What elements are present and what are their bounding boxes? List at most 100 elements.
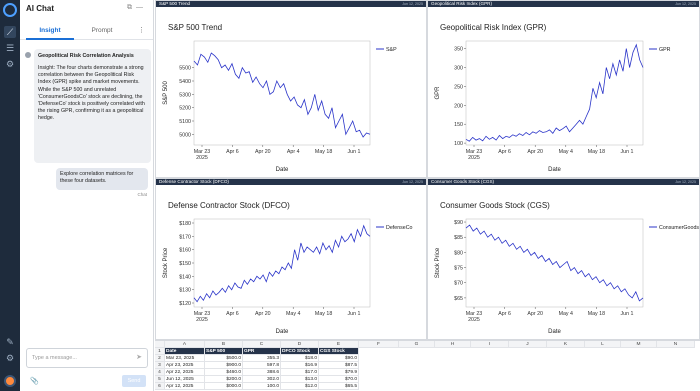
table-cell[interactable]: Apr 12, 2025: [165, 383, 205, 390]
chart-gpr[interactable]: Geopolitical Risk Index (GPR) 350 300 250 20…: [428, 7, 700, 178]
table-header-cell[interactable]: Date: [165, 348, 205, 355]
table-cell[interactable]: $200.0: [205, 376, 243, 383]
table-cell[interactable]: Apr 23, 2025: [165, 362, 205, 369]
table-cell[interactable]: $900.0: [205, 362, 243, 369]
gear-icon[interactable]: ⚙: [4, 352, 16, 364]
settings-icon[interactable]: ⚙: [4, 58, 16, 70]
row-header[interactable]: 1: [155, 348, 165, 355]
plot-frame: [193, 40, 371, 146]
y-tick-label: $130: [179, 288, 191, 294]
chat-input[interactable]: Type a message... ➤: [26, 348, 148, 368]
table-cell[interactable]: $70.0: [319, 376, 359, 383]
table-cell[interactable]: 355.3: [243, 355, 281, 362]
send-button[interactable]: Send: [122, 375, 146, 387]
column-header[interactable]: C: [243, 341, 281, 348]
table-cell[interactable]: $16.9: [281, 362, 319, 369]
minimize-icon[interactable]: —: [136, 4, 147, 11]
table-cell[interactable]: $87.5: [319, 362, 359, 369]
list-icon[interactable]: ☰: [4, 42, 16, 54]
chat-tabs: Insight Prompt ⋮: [20, 24, 153, 40]
panel-gpr: Geopolitical Risk Index (GPR) Jun 12, 202…: [427, 0, 700, 178]
y-tick-label: 200: [454, 103, 463, 109]
tab-insight[interactable]: Insight: [30, 27, 70, 34]
table-cell[interactable]: $000.0: [205, 383, 243, 390]
attach-icon[interactable]: 📎: [30, 377, 39, 385]
table-cell[interactable]: Apr 22, 2025: [165, 369, 205, 376]
message-body: Insight: The four charts demonstrate a s…: [38, 65, 145, 122]
panel-title: Consumer Goods Stock (CGS): [431, 179, 495, 184]
table-cell[interactable]: 597.8: [243, 362, 281, 369]
table-cell[interactable]: $79.9: [319, 369, 359, 376]
popout-icon[interactable]: ⧉: [127, 4, 136, 11]
table-header-cell[interactable]: GPR: [243, 348, 281, 355]
series-line: [465, 224, 644, 302]
column-header[interactable]: N: [657, 341, 695, 348]
table-header-cell[interactable]: CGS Stock: [319, 348, 359, 355]
y-tick-label: $170: [179, 234, 191, 240]
message-title: Geopolitical Risk Correlation Analysis: [38, 53, 134, 59]
table-cell[interactable]: $12.0: [281, 383, 319, 390]
table-cell[interactable]: 302.0: [243, 376, 281, 383]
user-message: Explore correlation matrices for these f…: [56, 168, 148, 190]
x-tick-label: Apr 20: [255, 311, 271, 317]
table-header-cell[interactable]: S&P 500: [205, 348, 243, 355]
corner-cell[interactable]: [155, 341, 165, 348]
more-options-icon[interactable]: ⋮: [138, 26, 145, 34]
column-header[interactable]: K: [547, 341, 585, 348]
column-header[interactable]: J: [509, 341, 547, 348]
chart-sp500[interactable]: S&P 500 Trend550054005300520051005000Mar…: [156, 7, 427, 178]
chart-icon[interactable]: ⟋: [4, 26, 16, 38]
x-tick-label: 2025: [196, 155, 208, 161]
column-header[interactable]: A: [165, 341, 205, 348]
table-cell[interactable]: 100.0: [243, 383, 281, 390]
chart-title: Consumer Goods Stock (CGS): [440, 201, 550, 210]
y-tick-label: $90: [454, 220, 463, 226]
column-header[interactable]: M: [621, 341, 657, 348]
table-cell[interactable]: $65.5: [319, 383, 359, 390]
row-header[interactable]: 6: [155, 383, 165, 390]
column-header[interactable]: F: [359, 341, 399, 348]
table-cell[interactable]: $460.0: [205, 369, 243, 376]
column-header[interactable]: E: [319, 341, 359, 348]
column-header[interactable]: G: [399, 341, 435, 348]
x-tick-label: Jun 1: [348, 149, 361, 155]
column-header[interactable]: I: [471, 341, 509, 348]
plot-frame: [193, 218, 371, 308]
table-cell[interactable]: Jun 12, 2025: [165, 376, 205, 383]
column-header[interactable]: B: [205, 341, 243, 348]
row-header[interactable]: 3: [155, 362, 165, 369]
column-header[interactable]: L: [585, 341, 621, 348]
x-axis-label: Date: [548, 329, 561, 335]
table-cell[interactable]: $13.0: [281, 376, 319, 383]
y-axis-label: GPR: [435, 86, 441, 100]
table-cell[interactable]: Mar 23, 2025: [165, 355, 205, 362]
column-header[interactable]: H: [435, 341, 471, 348]
row-header[interactable]: 2: [155, 355, 165, 362]
chat-panel: AI Chat ⧉— Insight Prompt ⋮ Geopolitical…: [20, 0, 154, 391]
table-cell[interactable]: $500.0: [205, 355, 243, 362]
user-avatar-icon[interactable]: [4, 375, 16, 387]
table-cell[interactable]: $17.0: [281, 369, 319, 376]
tools-icon[interactable]: ✎: [4, 336, 16, 348]
chat-header-icons[interactable]: ⧉—: [127, 4, 147, 12]
row-header[interactable]: 4: [155, 369, 165, 376]
table-header-cell[interactable]: DFCO Stock: [281, 348, 319, 355]
y-tick-label: 5400: [179, 79, 191, 85]
data-spreadsheet[interactable]: A B C D E F G H I J K L M N 1 Date S&P 500 GPR DFCO Stock C…: [155, 340, 700, 391]
table-cell[interactable]: $90.0: [319, 355, 359, 362]
column-header[interactable]: D: [281, 341, 319, 348]
table-cell[interactable]: $18.0: [281, 355, 319, 362]
x-tick-label: Apr 6: [226, 149, 239, 155]
x-tick-label: Apr 20: [527, 149, 543, 155]
send-icon[interactable]: ➤: [136, 353, 142, 361]
tab-prompt[interactable]: Prompt: [82, 27, 122, 34]
x-tick-label: May 4: [559, 149, 573, 155]
row-header[interactable]: 5: [155, 376, 165, 383]
logo-icon[interactable]: [3, 3, 17, 17]
legend-label: GPR: [659, 47, 671, 53]
y-tick-label: $75: [454, 266, 463, 272]
chart-cgs[interactable]: Consumer Goods Stock (CGS) $90 $85 $80 $75 $7…: [428, 185, 700, 340]
chart-dfco[interactable]: Defense Contractor Stock (DFCO) $180 $170 $…: [156, 185, 427, 340]
x-axis-label: Date: [276, 167, 289, 173]
table-cell[interactable]: 388.6: [243, 369, 281, 376]
